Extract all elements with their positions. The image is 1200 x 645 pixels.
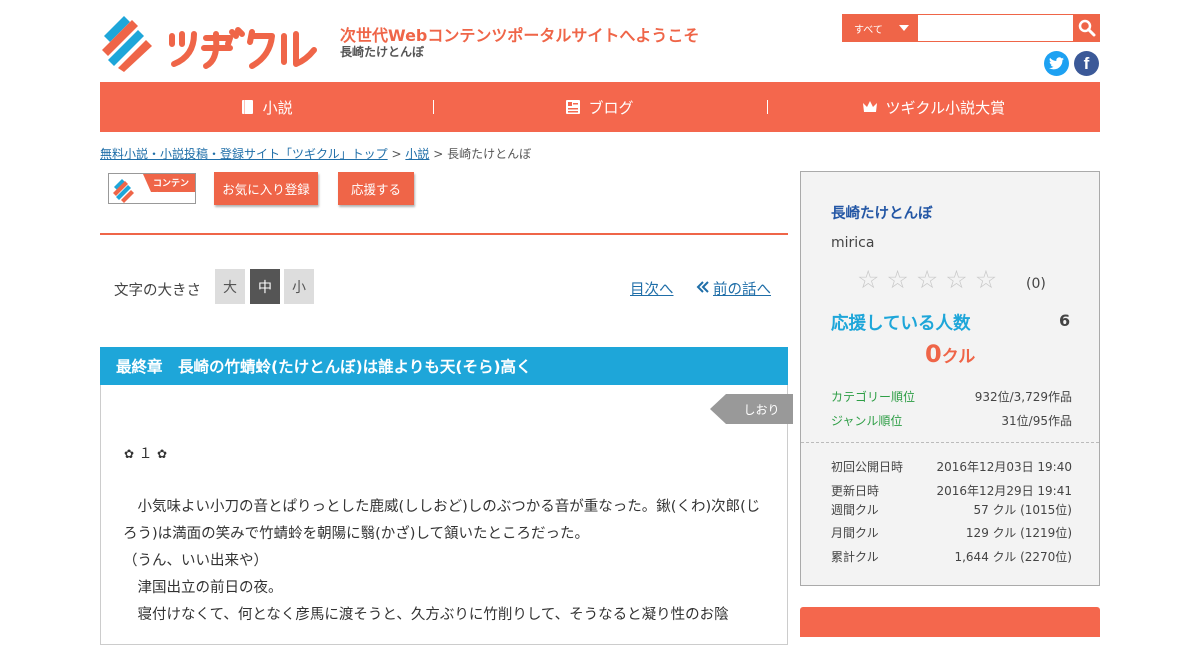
contents-badge: コンテンツ: [108, 173, 196, 204]
monthly-kuru-label: 月間クル: [831, 526, 879, 540]
total-kuru-value: 1,644 クル (2270位): [954, 550, 1072, 564]
page-subtitle: 長崎たけとんぼ: [340, 45, 425, 59]
novel-paragraph: 小気味よい小刀の音とぱりっとした鹿威(ししおど)しのぶつかる音が重なった。鍬(く…: [123, 499, 761, 542]
favorite-button[interactable]: お気に入り登録: [214, 172, 318, 205]
author-name[interactable]: mirica: [831, 235, 874, 251]
section-number-text: １: [138, 446, 153, 462]
weekly-kuru-label: 週間クル: [831, 503, 879, 517]
search-bar: すべて: [842, 14, 1100, 42]
category-rank-label[interactable]: カテゴリー順位: [831, 388, 915, 405]
sidebar-divider: [801, 442, 1099, 443]
section-divider: [100, 233, 788, 235]
first-published-label: 初回公開日時: [831, 460, 904, 474]
section-number: ✿ １ ✿: [124, 443, 167, 463]
facebook-icon[interactable]: f: [1074, 51, 1099, 76]
breadcrumb: 無料小説・小説投稿・登録サイト「ツギクル」トップ > 小説 > 長崎たけとんぼ: [100, 145, 531, 162]
monthly-kuru-value: 129 クル (1219位): [965, 526, 1072, 540]
weekly-kuru-value: 57 クル (1015位): [973, 503, 1072, 517]
star-icon: ☆: [974, 265, 998, 294]
double-chevron-left-icon: [696, 281, 709, 293]
kuru-value: 0: [925, 340, 942, 368]
star-icon: ☆: [857, 265, 880, 294]
star-icon: ☆: [915, 265, 939, 294]
cheer-count-value: 6: [1059, 311, 1071, 330]
cheer-count-label: 応援している人数: [831, 314, 971, 334]
nav-label: 小説: [262, 98, 293, 117]
book-icon: [241, 100, 253, 114]
kuru-unit: クル: [941, 347, 976, 367]
ornament-icon: ✿: [156, 447, 168, 461]
blog-icon: [566, 100, 581, 114]
nav-item-award[interactable]: ツギクル小説大賞: [766, 82, 1100, 132]
nav-item-blog[interactable]: ブログ: [433, 82, 766, 132]
breadcrumb-home-link[interactable]: 無料小説・小説投稿・登録サイト「ツギクル」トップ: [100, 147, 388, 161]
novel-text: 小気味よい小刀の音とぱりっとした鹿威(ししおど)しのぶつかる音が重なった。鍬(く…: [123, 494, 763, 629]
font-size-medium-button[interactable]: 中: [250, 269, 280, 304]
twitter-icon[interactable]: [1044, 51, 1069, 76]
search-category-label: すべて: [854, 24, 883, 36]
rating-stars: ☆ ☆ ☆ ☆ ☆: [857, 266, 997, 294]
total-kuru-label: 累計クル: [831, 550, 879, 564]
ornament-icon: ✿: [124, 447, 135, 461]
breadcrumb-separator: >: [391, 147, 402, 161]
novel-paragraph: 津国出立の前日の夜。: [123, 580, 283, 596]
main-nav: 小説 ブログ ツギクル小説大賞: [100, 82, 1100, 132]
badge-label: コンテンツ: [153, 179, 190, 202]
search-button[interactable]: [1073, 14, 1100, 42]
nav-item-novel[interactable]: 小説: [100, 82, 433, 132]
first-published-value: 2016年12月03日 19:40: [936, 460, 1072, 474]
work-title-link[interactable]: 長崎たけとんぼ: [831, 202, 933, 223]
novel-paragraph: （うん、いい出来や）: [123, 553, 268, 569]
nav-label: ブログ: [588, 98, 634, 117]
search-icon: [1078, 19, 1095, 37]
logo-mark-icon: [102, 16, 152, 72]
font-size-label: 文字の大きさ: [114, 283, 201, 299]
logo-mark-icon: [113, 179, 134, 203]
logo-wordmark-icon: [169, 27, 317, 69]
cheer-button[interactable]: 応援する: [338, 172, 414, 205]
updated-label: 更新日時: [831, 484, 880, 498]
novel-paragraph: 寝付けなくて、何となく彦馬に渡そうと、久方ぶりに竹削りして、そうなると凝り性のお…: [123, 607, 729, 623]
category-rank-value: 932位/3,729作品: [974, 390, 1072, 404]
font-size-large-button[interactable]: 大: [215, 269, 245, 304]
chapter-title: 最終章 長崎の竹蜻蛉(たけとんぼ)は誰よりも天(そら)高く: [100, 347, 788, 385]
bookmark-label[interactable]: しおり: [734, 401, 789, 418]
breadcrumb-separator: >: [433, 147, 444, 161]
star-icon: ☆: [945, 265, 968, 294]
star-icon: ☆: [886, 265, 909, 294]
chevron-down-icon: [899, 25, 909, 31]
rating-count: (0): [1026, 276, 1046, 292]
toc-link[interactable]: 目次へ: [630, 278, 674, 299]
sidebar-next-panel: [800, 607, 1100, 637]
search-input[interactable]: [917, 14, 1073, 42]
prev-episode-link[interactable]: 前の話へ: [713, 278, 771, 299]
site-logo[interactable]: [100, 14, 320, 72]
search-category-select[interactable]: すべて: [842, 14, 917, 42]
updated-value: 2016年12月29日 19:41: [936, 484, 1072, 498]
nav-label: ツギクル小説大賞: [885, 98, 1006, 117]
genre-rank-value: 31位/95作品: [1001, 414, 1072, 428]
breadcrumb-novel-link[interactable]: 小説: [405, 147, 429, 161]
breadcrumb-current: 長崎たけとんぼ: [447, 147, 532, 161]
kuru-total: 0クル: [925, 340, 975, 368]
genre-rank-label[interactable]: ジャンル順位: [831, 412, 902, 429]
crown-icon: [862, 101, 877, 112]
font-size-small-button[interactable]: 小: [284, 269, 314, 304]
